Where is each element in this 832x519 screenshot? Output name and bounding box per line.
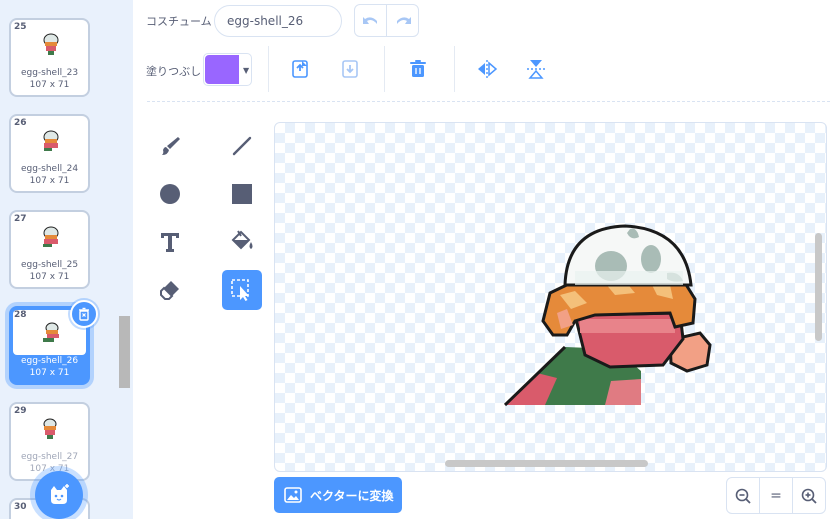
flip-horizontal-button[interactable] [475, 57, 499, 81]
canvas-vertical-scrollbar[interactable] [815, 233, 822, 341]
undo-icon [362, 16, 377, 24]
costume-item-25[interactable]: 25 egg-shell_23 107 x 71 [9, 18, 90, 97]
toolbar-divider [454, 46, 455, 92]
zoom-reset-label: = [770, 487, 782, 504]
trash-icon [410, 60, 426, 77]
canvas-horizontal-scrollbar[interactable] [445, 460, 648, 467]
costume-number: 26 [14, 118, 27, 128]
costume-list-scrollbar-thumb[interactable] [119, 316, 130, 388]
costume-item-27[interactable]: 27 egg-shell_25 107 x 71 [9, 210, 90, 289]
zoom-in-button[interactable] [792, 478, 825, 513]
costume-thumbnail [43, 130, 59, 151]
costume-thumbnail [43, 226, 59, 247]
eraser-tool[interactable] [150, 270, 190, 310]
rectangle-tool[interactable] [222, 174, 262, 214]
undo-redo-group [354, 4, 419, 37]
line-icon [232, 136, 252, 156]
forward-icon [292, 60, 308, 78]
toolbar-separator [147, 101, 830, 102]
dropdown-caret-icon: ▼ [243, 66, 250, 75]
costume-number: 27 [14, 214, 27, 224]
zoom-out-icon [735, 488, 751, 504]
eraser-icon [160, 281, 179, 300]
costume-thumbnail [43, 33, 59, 55]
costume-name: egg-shell_26 [20, 356, 79, 366]
zoom-controls: = [726, 477, 826, 514]
costume-name-input[interactable] [214, 5, 342, 37]
costume-size: 107 x 71 [29, 80, 70, 90]
image-icon [284, 487, 302, 503]
circle-tool[interactable] [150, 174, 190, 214]
backward-icon [342, 60, 358, 78]
costume-number: 30 [14, 502, 27, 512]
delete-button[interactable] [406, 57, 430, 81]
flip-horizontal-icon [478, 60, 498, 78]
zoom-reset-button[interactable]: = [759, 478, 792, 513]
fill-color-picker[interactable]: ▼ [203, 53, 252, 86]
fill-label: 塗りつぶし [146, 65, 202, 78]
costume-name: egg-shell_27 [20, 452, 79, 462]
costume-number: 25 [14, 22, 27, 32]
costume-list: 25 egg-shell_23 107 x 71 26 egg-shell_24… [0, 0, 133, 519]
costume-label: コスチューム [146, 15, 212, 28]
costume-thumbnail [43, 322, 59, 342]
zoom-in-icon [801, 488, 817, 504]
costume-size: 107 x 71 [29, 176, 70, 186]
costume-name: egg-shell_25 [20, 260, 79, 270]
flip-vertical-icon [527, 60, 545, 79]
costume-name: egg-shell_24 [20, 164, 79, 174]
forward-button[interactable] [288, 57, 312, 81]
select-tool[interactable] [222, 270, 262, 310]
costume-name: egg-shell_23 [20, 68, 79, 78]
line-tool[interactable] [222, 126, 262, 166]
costume-item-26[interactable]: 26 egg-shell_24 107 x 71 [9, 114, 90, 193]
circle-icon [160, 184, 180, 204]
delete-costume-button[interactable] [70, 300, 98, 328]
select-icon [231, 279, 249, 301]
text-icon [161, 233, 179, 252]
choose-costume-button[interactable] [35, 471, 83, 519]
fill-tool[interactable] [222, 222, 262, 262]
costume-size: 107 x 71 [29, 272, 70, 282]
choose-costume-icon [51, 484, 69, 504]
convert-to-vector-label: ベクターに変換 [310, 488, 394, 503]
redo-button[interactable] [386, 5, 418, 36]
brush-tool[interactable] [150, 126, 190, 166]
zoom-out-button[interactable] [727, 478, 759, 513]
brush-icon [162, 137, 180, 155]
costume-item-29[interactable]: 29 egg-shell_27 107 x 71 [9, 402, 90, 481]
redo-icon [396, 16, 411, 24]
convert-to-vector-button[interactable]: ベクターに変換 [274, 477, 402, 513]
rectangle-icon [232, 184, 252, 204]
trash-icon [79, 307, 89, 321]
toolbar-divider [268, 46, 269, 92]
costume-thumbnail [43, 418, 57, 439]
toolbar-divider [384, 46, 385, 92]
paint-canvas[interactable] [274, 122, 827, 472]
costume-list-scrollbar-track[interactable] [116, 0, 133, 519]
fill-bucket-icon [231, 230, 253, 250]
costume-number: 28 [14, 310, 27, 320]
text-tool[interactable] [150, 222, 190, 262]
costume-artwork [503, 224, 712, 407]
flip-vertical-button[interactable] [524, 57, 548, 81]
undo-button[interactable] [355, 5, 386, 36]
fill-color-swatch [205, 55, 239, 84]
costume-number: 29 [14, 406, 27, 416]
backward-button[interactable] [338, 57, 362, 81]
costume-size: 107 x 71 [29, 368, 70, 378]
